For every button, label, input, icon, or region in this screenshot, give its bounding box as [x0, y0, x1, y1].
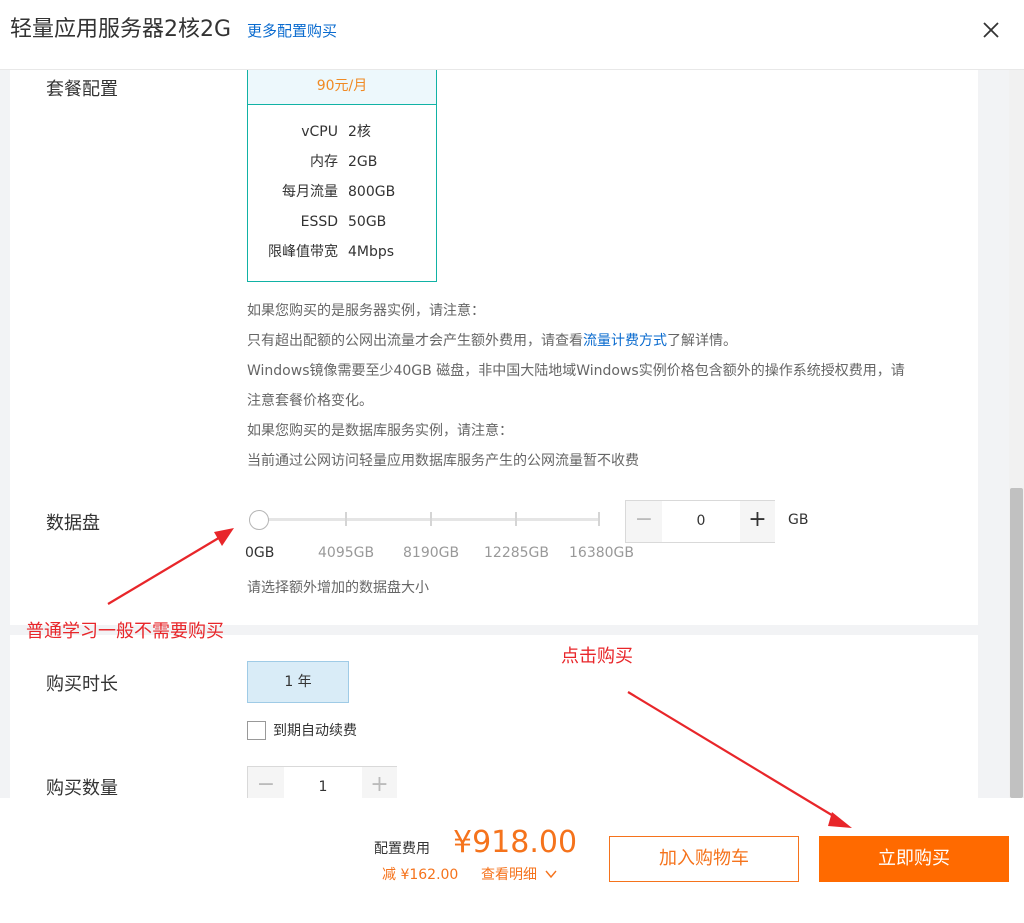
slider-tick-label: 12285GB [484, 545, 549, 561]
order-footer: 配置费用 ¥918.00 减 ¥162.00 查看明细 加入购物车 立即购买 [0, 798, 1024, 923]
plan-price: 90元/月 [248, 70, 436, 105]
spec-value: 800GB [348, 184, 396, 200]
note-text: 了解详情。 [667, 333, 737, 349]
data-disk-increment-button[interactable]: + [740, 501, 775, 542]
data-disk-slider-track[interactable] [259, 518, 599, 521]
auto-renew-checkbox[interactable] [247, 721, 266, 740]
config-panel: 套餐配置 90元/月 vCPU 2核 内存 2GB 每月流量 800GB ESS… [10, 70, 978, 625]
data-disk-decrement-button[interactable]: − [626, 501, 662, 542]
slider-tick-label: 0GB [245, 545, 275, 561]
quantity-increment-button[interactable]: + [362, 767, 397, 798]
spec-row-memory: 内存 2GB [248, 152, 438, 172]
spec-key: 每月流量 [282, 184, 338, 200]
scrollbar-thumb[interactable] [1010, 488, 1023, 798]
data-disk-value-input[interactable]: 0 [662, 501, 740, 542]
close-icon [983, 22, 999, 38]
spec-row-essd: ESSD 50GB [248, 212, 438, 232]
purchase-panel: 购买时长 1 年 到期自动续费 购买数量 − 1 + [10, 635, 978, 798]
data-disk-label: 数据盘 [46, 513, 100, 534]
slider-tick [430, 512, 432, 526]
auto-renew-label: 到期自动续费 [273, 723, 357, 739]
data-disk-unit: GB [788, 512, 809, 528]
traffic-billing-link[interactable]: 流量计费方式 [583, 333, 667, 349]
spec-row-vcpu: vCPU 2核 [248, 122, 438, 142]
data-disk-hint: 请选择额外增加的数据盘大小 [247, 580, 429, 596]
spec-key: 内存 [310, 154, 338, 170]
plan-label: 套餐配置 [46, 79, 118, 100]
purchase-notes: 如果您购买的是服务器实例，请注意： 只有超出配额的公网出流量才会产生额外费用，请… [247, 296, 947, 476]
buy-now-button[interactable]: 立即购买 [819, 836, 1009, 882]
slider-tick [598, 512, 600, 526]
config-scroll-area[interactable]: 套餐配置 90元/月 vCPU 2核 内存 2GB 每月流量 800GB ESS… [0, 70, 1024, 798]
slider-tick [515, 512, 517, 526]
more-config-link[interactable]: 更多配置购买 [247, 21, 337, 41]
dialog-header: 轻量应用服务器2核2G 更多配置购买 [0, 0, 1024, 70]
quantity-value-input[interactable]: 1 [284, 767, 362, 798]
quantity-label: 购买数量 [46, 778, 118, 798]
spec-key: vCPU [301, 124, 338, 140]
plan-card[interactable]: 90元/月 vCPU 2核 内存 2GB 每月流量 800GB ESSD 50G… [247, 70, 437, 282]
duration-option-1-year[interactable]: 1 年 [247, 661, 349, 703]
spec-value: 50GB [348, 214, 387, 230]
slider-tick-label: 16380GB [569, 545, 634, 561]
note-line: Windows镜像需要至少40GB 磁盘，非中国大陆地域Windows实例价格包… [247, 363, 905, 379]
slider-tick-label: 4095GB [318, 545, 375, 561]
view-details-label: 查看明细 [481, 867, 537, 883]
slider-tick [345, 512, 347, 526]
total-price: ¥918.00 [453, 825, 578, 860]
note-line: 如果您购买的是数据库服务实例，请注意： [247, 423, 513, 439]
chevron-down-icon [545, 870, 557, 879]
close-button[interactable] [978, 16, 1006, 44]
data-disk-stepper: − 0 + [625, 500, 775, 543]
annotation-note-left: 普通学习一般不需要购买 [26, 621, 224, 642]
spec-row-traffic: 每月流量 800GB [248, 182, 438, 202]
quantity-stepper: − 1 + [247, 766, 397, 798]
fee-label: 配置费用 [374, 841, 430, 857]
quantity-decrement-button[interactable]: − [248, 767, 284, 798]
add-to-cart-button[interactable]: 加入购物车 [609, 836, 799, 882]
note-line: 只有超出配额的公网出流量才会产生额外费用，请查看流量计费方式了解详情。 [247, 326, 947, 356]
note-line: 当前通过公网访问轻量应用数据库服务产生的公网流量暂不收费 [247, 453, 639, 469]
note-line: 注意套餐价格变化。 [247, 393, 373, 409]
spec-value: 2GB [348, 154, 378, 170]
discount-amount: 减 ¥162.00 [382, 867, 459, 883]
view-details-link[interactable]: 查看明细 [481, 866, 558, 884]
spec-row-bandwidth: 限峰值带宽 4Mbps [248, 242, 438, 262]
note-text: 只有超出配额的公网出流量才会产生额外费用，请查看 [247, 333, 583, 349]
annotation-note-right: 点击购买 [561, 646, 633, 667]
note-line: 如果您购买的是服务器实例，请注意： [247, 303, 485, 319]
spec-value: 2核 [348, 124, 371, 140]
spec-key: ESSD [300, 214, 338, 230]
spec-value: 4Mbps [348, 244, 395, 260]
data-disk-slider-handle[interactable] [249, 510, 269, 530]
dialog-title: 轻量应用服务器2核2G [10, 17, 232, 42]
spec-key: 限峰值带宽 [268, 244, 338, 260]
duration-label: 购买时长 [46, 674, 118, 695]
slider-tick-label: 8190GB [403, 545, 460, 561]
